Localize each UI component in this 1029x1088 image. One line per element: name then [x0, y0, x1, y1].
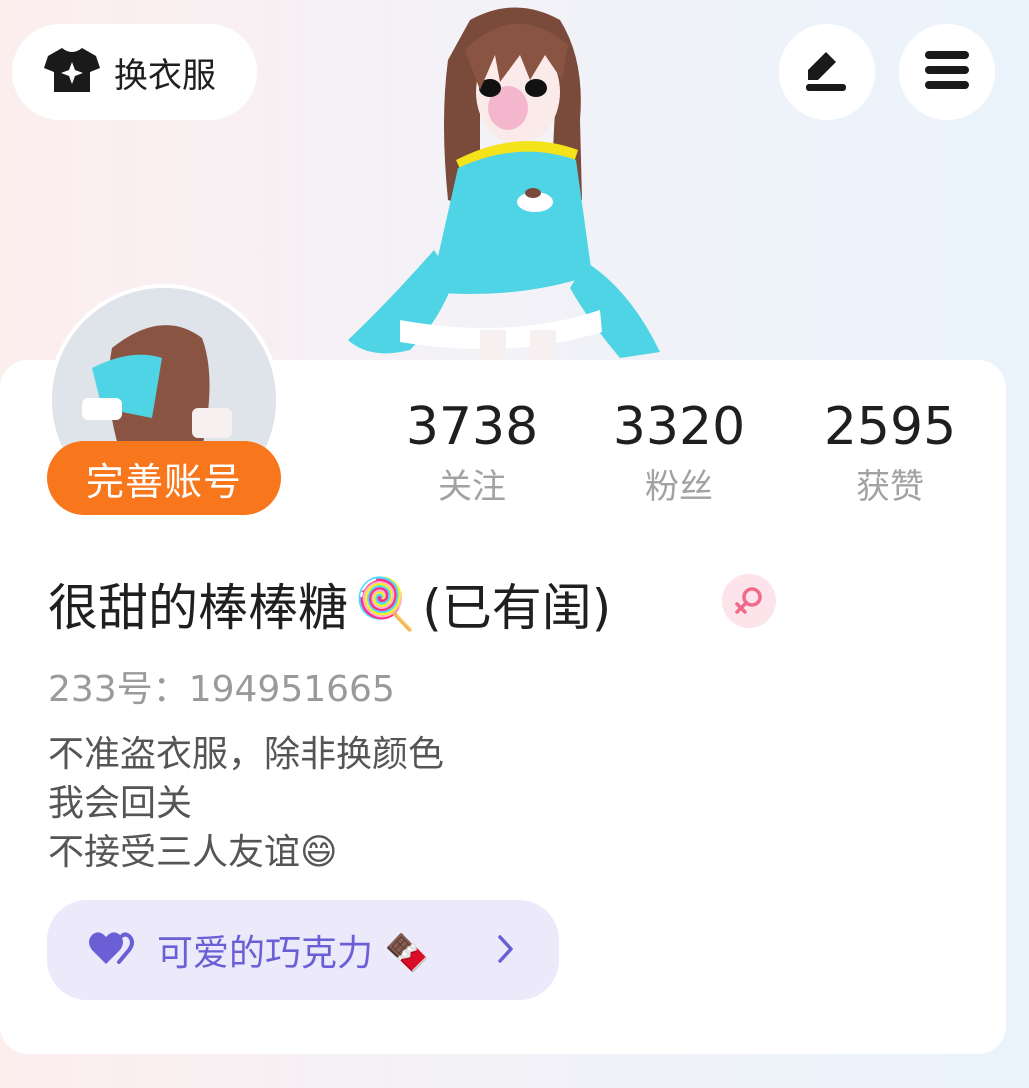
stat-following-value: 3738 [405, 397, 539, 457]
bio-line: 不接受三人友谊😄 [48, 832, 338, 873]
change-outfit-label: 换衣服 [114, 55, 216, 96]
stat-followers-value: 3320 [612, 397, 746, 457]
menu-button[interactable] [899, 24, 995, 120]
best-friend-name: 可爱的巧克力 🍫 [157, 924, 429, 976]
stat-likes[interactable]: 2595 获赞 [790, 395, 990, 509]
best-friend-name-text: 可爱的巧克力 [157, 933, 374, 974]
chevron-right-icon [495, 933, 515, 969]
pencil-icon [802, 48, 852, 96]
complete-account-button[interactable]: 完善账号 [47, 441, 281, 515]
shirt-icon [44, 46, 100, 98]
stat-likes-value: 2595 [823, 397, 957, 457]
female-icon [722, 574, 776, 628]
best-friend-link[interactable]: 可爱的巧克力 🍫 [47, 900, 559, 1000]
bio-line: 我会回关 [48, 783, 193, 824]
chocolate-emoji: 🍫 [384, 933, 430, 974]
stat-following-label: 关注 [438, 467, 506, 507]
stat-followers-label: 粉丝 [645, 467, 713, 507]
heart-icon [89, 930, 135, 970]
character-avatar-3d[interactable] [330, 0, 670, 360]
nickname-suffix: (已有闺) [422, 579, 612, 637]
bio-line: 不准盗衣服，除非换颜色 [48, 734, 445, 775]
change-outfit-button[interactable]: 换衣服 [12, 24, 257, 120]
stat-following[interactable]: 3738 关注 [372, 395, 572, 509]
user-id: 233号：194951665 [48, 669, 395, 710]
nickname: 很甜的棒棒糖 🍭 (已有闺) [48, 568, 611, 640]
bio: 不准盗衣服，除非换颜色 我会回关 不接受三人友谊😄 [48, 730, 444, 877]
stat-followers[interactable]: 3320 粉丝 [579, 395, 779, 509]
menu-icon [923, 49, 971, 95]
lollipop-emoji: 🍭 [354, 574, 417, 633]
stat-likes-label: 获赞 [856, 467, 924, 507]
nickname-text: 很甜的棒棒糖 [48, 579, 348, 637]
edit-button[interactable] [779, 24, 875, 120]
